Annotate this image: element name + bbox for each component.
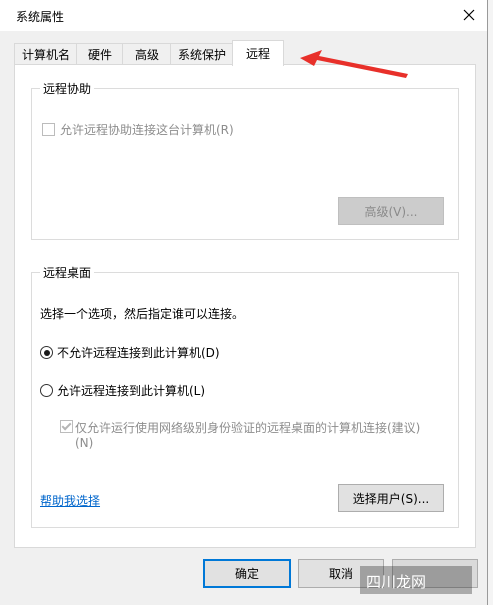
close-button[interactable] xyxy=(455,2,483,28)
ok-button[interactable]: 确定 xyxy=(203,559,291,588)
advanced-button[interactable]: 高级(V)... xyxy=(338,197,444,225)
remote-desktop-group: 远程桌面 选择一个选项，然后指定谁可以连接。 不允许远程连接到此计算机(D) 允… xyxy=(31,264,459,528)
tab-system-protection[interactable]: 系统保护 xyxy=(170,43,234,65)
help-me-choose-link[interactable]: 帮助我选择 xyxy=(40,492,100,509)
radio-allow-remote[interactable] xyxy=(40,384,53,397)
nla-checkbox-label: 仅允许运行使用网络级别身份验证的远程桌面的计算机连接(建议) xyxy=(75,421,421,435)
remote-assistance-title: 远程协助 xyxy=(40,80,95,97)
tab-computer-name[interactable]: 计算机名 xyxy=(14,43,78,65)
radio-allow-remote-label: 允许远程连接到此计算机(L) xyxy=(57,384,206,398)
tab-remote[interactable]: 远程 xyxy=(232,40,284,66)
system-properties-dialog: 系统属性 计算机名 硬件 高级 系统保护 远程 远程协助 允许远程协助连接这台计… xyxy=(0,0,488,605)
watermark-brand: 四川龙网 xyxy=(366,573,427,591)
tab-hardware[interactable]: 硬件 xyxy=(76,43,124,65)
remote-assistance-group: 远程协助 允许远程协助连接这台计算机(R) 高级(V)... xyxy=(31,80,459,240)
watermark-badge: 四川龙网 xyxy=(360,566,472,594)
remote-desktop-title: 远程桌面 xyxy=(40,264,95,281)
close-icon xyxy=(463,9,475,21)
title-bar: 系统属性 xyxy=(0,0,487,31)
select-users-button[interactable]: 选择用户(S)... xyxy=(338,484,444,512)
radio-deny-remote-label: 不允许远程连接到此计算机(D) xyxy=(57,346,220,360)
annotation-arrow-icon xyxy=(300,50,408,78)
tab-advanced[interactable]: 高级 xyxy=(122,43,172,65)
remote-tab-panel: 远程协助 允许远程协助连接这台计算机(R) 高级(V)... 远程桌面 选择一个… xyxy=(14,64,476,548)
remote-desktop-instruction: 选择一个选项，然后指定谁可以连接。 xyxy=(40,307,245,321)
radio-deny-remote[interactable] xyxy=(40,346,53,359)
nla-checkbox-label-suffix: (N) xyxy=(75,436,94,450)
nla-checkbox[interactable] xyxy=(60,420,73,433)
remote-assistance-checkbox[interactable] xyxy=(42,123,55,136)
window-title: 系统属性 xyxy=(16,10,65,24)
remote-assistance-checkbox-label: 允许远程协助连接这台计算机(R) xyxy=(60,123,234,137)
background-window-edge-right xyxy=(488,0,493,605)
